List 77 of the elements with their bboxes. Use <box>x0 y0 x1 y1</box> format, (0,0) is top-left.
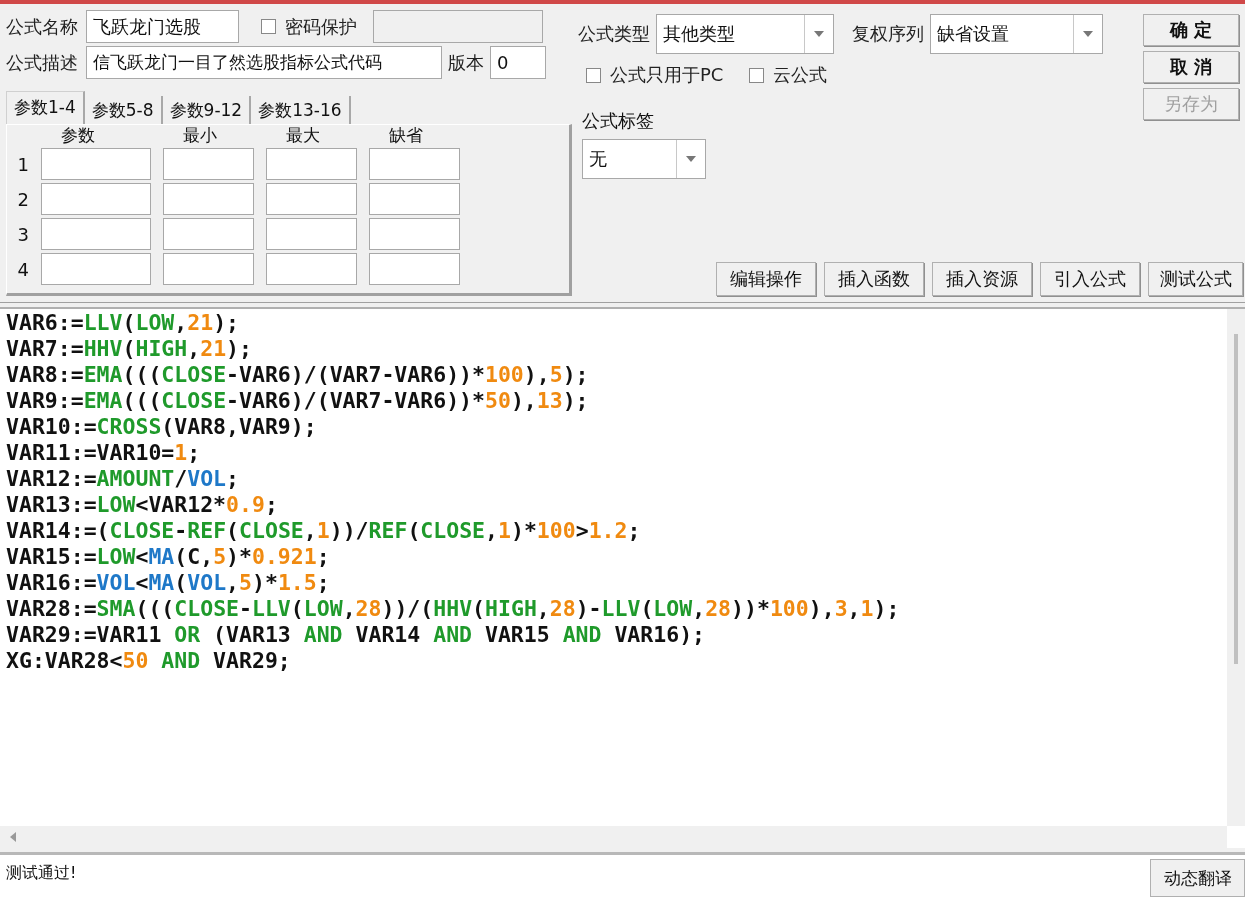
input-field[interactable] <box>41 253 151 285</box>
checkbox-label: 云公式 <box>773 63 828 87</box>
input-field[interactable]: 飞跃龙门选股 <box>86 10 239 43</box>
dropdown[interactable]: 无 <box>582 139 706 179</box>
dropdown[interactable]: 缺省设置 <box>930 14 1103 54</box>
tab[interactable]: 参数5-8 <box>84 96 163 124</box>
row-number: 1 <box>16 152 29 177</box>
tab[interactable]: 参数1-4 <box>6 91 85 124</box>
input-field[interactable] <box>266 183 357 215</box>
caret-icon <box>814 31 824 37</box>
code-line: VAR14:=(CLOSE-REF(CLOSE,1))/REF(CLOSE,1)*100>1.2; <box>6 517 641 544</box>
input-field[interactable] <box>163 183 254 215</box>
button[interactable]: 动态翻译 <box>1150 859 1245 897</box>
code-line: XG:VAR28<50 AND VAR29; <box>6 647 291 674</box>
scrollbar[interactable] <box>0 826 1227 848</box>
button[interactable]: 确 定 <box>1143 14 1239 46</box>
input-field[interactable] <box>369 183 460 215</box>
button[interactable]: 取 消 <box>1143 51 1239 83</box>
input-field[interactable] <box>41 148 151 180</box>
button[interactable]: 插入函数 <box>824 261 924 296</box>
caret-icon <box>686 156 696 162</box>
button[interactable]: 引入公式 <box>1040 261 1140 296</box>
code-line: VAR9:=EMA(((CLOSE-VAR6)/(VAR7-VAR6))*50),13); <box>6 387 589 414</box>
row-number: 4 <box>16 257 29 282</box>
input-field[interactable] <box>163 218 254 250</box>
code-line: VAR8:=EMA(((CLOSE-VAR6)/(VAR7-VAR6))*100),5); <box>6 361 589 388</box>
field-label: 公式类型 <box>578 22 650 46</box>
field-label: 复权序列 <box>852 22 924 46</box>
input-field[interactable]: 信飞跃龙门一目了然选股指标公式代码 <box>86 46 442 79</box>
code-line: VAR7:=HHV(HIGH,21); <box>6 335 252 362</box>
input-field[interactable] <box>266 218 357 250</box>
input-field[interactable] <box>266 148 357 180</box>
checkbox-label: 公式只用于PC <box>610 63 724 87</box>
input-field[interactable] <box>369 218 460 250</box>
checkbox[interactable] <box>749 67 765 83</box>
button[interactable]: 编辑操作 <box>716 261 816 296</box>
input-field[interactable] <box>41 218 151 250</box>
caret-icon <box>1083 31 1093 37</box>
column-header: 最大 <box>285 125 321 145</box>
tab[interactable]: 参数13-16 <box>251 96 351 124</box>
field-label: 公式标签 <box>582 109 655 133</box>
dropdown[interactable]: 其他类型 <box>656 14 834 54</box>
input-field[interactable] <box>163 148 254 180</box>
code-line: VAR16:=VOL<MA(VOL,5)*1.5; <box>6 569 330 596</box>
column-header: 缺省 <box>388 125 424 145</box>
button[interactable]: 测试公式 <box>1148 261 1243 296</box>
input-field[interactable]: 0 <box>490 46 546 79</box>
code-line: VAR15:=LOW<MA(C,5)*0.921; <box>6 543 330 570</box>
left-arrow-icon[interactable] <box>10 832 16 842</box>
input-field[interactable] <box>369 253 460 285</box>
field-label: 公式名称 <box>6 14 78 39</box>
code-editor[interactable] <box>0 306 1245 848</box>
row-number: 3 <box>16 222 29 247</box>
button[interactable]: 插入资源 <box>932 261 1032 296</box>
code-line: VAR10:=CROSS(VAR8,VAR9); <box>6 413 317 440</box>
input-field[interactable] <box>266 253 357 285</box>
input-field[interactable] <box>41 183 151 215</box>
input-field[interactable] <box>163 253 254 285</box>
row-number: 2 <box>16 187 29 212</box>
code-line: VAR11:=VAR10=1; <box>6 439 201 466</box>
column-header: 参数 <box>60 125 96 145</box>
column-header: 最小 <box>182 125 218 145</box>
field-label: 版本 <box>448 50 484 75</box>
checkbox[interactable] <box>261 19 276 34</box>
field-label: 公式描述 <box>6 50 78 75</box>
code-line: VAR6:=LLV(LOW,21); <box>6 309 240 336</box>
checkbox-label: 密码保护 <box>285 14 357 39</box>
code-line: VAR28:=SMA(((CLOSE-LLV(LOW,28))/(HHV(HIGH,28)-LLV(LOW,28))*100),3,1); <box>6 595 900 622</box>
code-line: VAR13:=LOW<VAR12*0.9; <box>6 491 278 518</box>
scrollbar[interactable] <box>1227 308 1245 826</box>
status-message: 测试通过! <box>5 862 78 884</box>
checkbox[interactable] <box>586 67 601 83</box>
input-field[interactable] <box>369 148 460 180</box>
code-line: VAR12:=AMOUNT/VOL; <box>6 465 240 492</box>
code-line: VAR29:=VAR11 OR (VAR13 AND VAR14 AND VAR15 AND VAR16); <box>6 621 706 648</box>
tab[interactable]: 参数9-12 <box>162 96 252 124</box>
password-field[interactable] <box>373 10 543 43</box>
